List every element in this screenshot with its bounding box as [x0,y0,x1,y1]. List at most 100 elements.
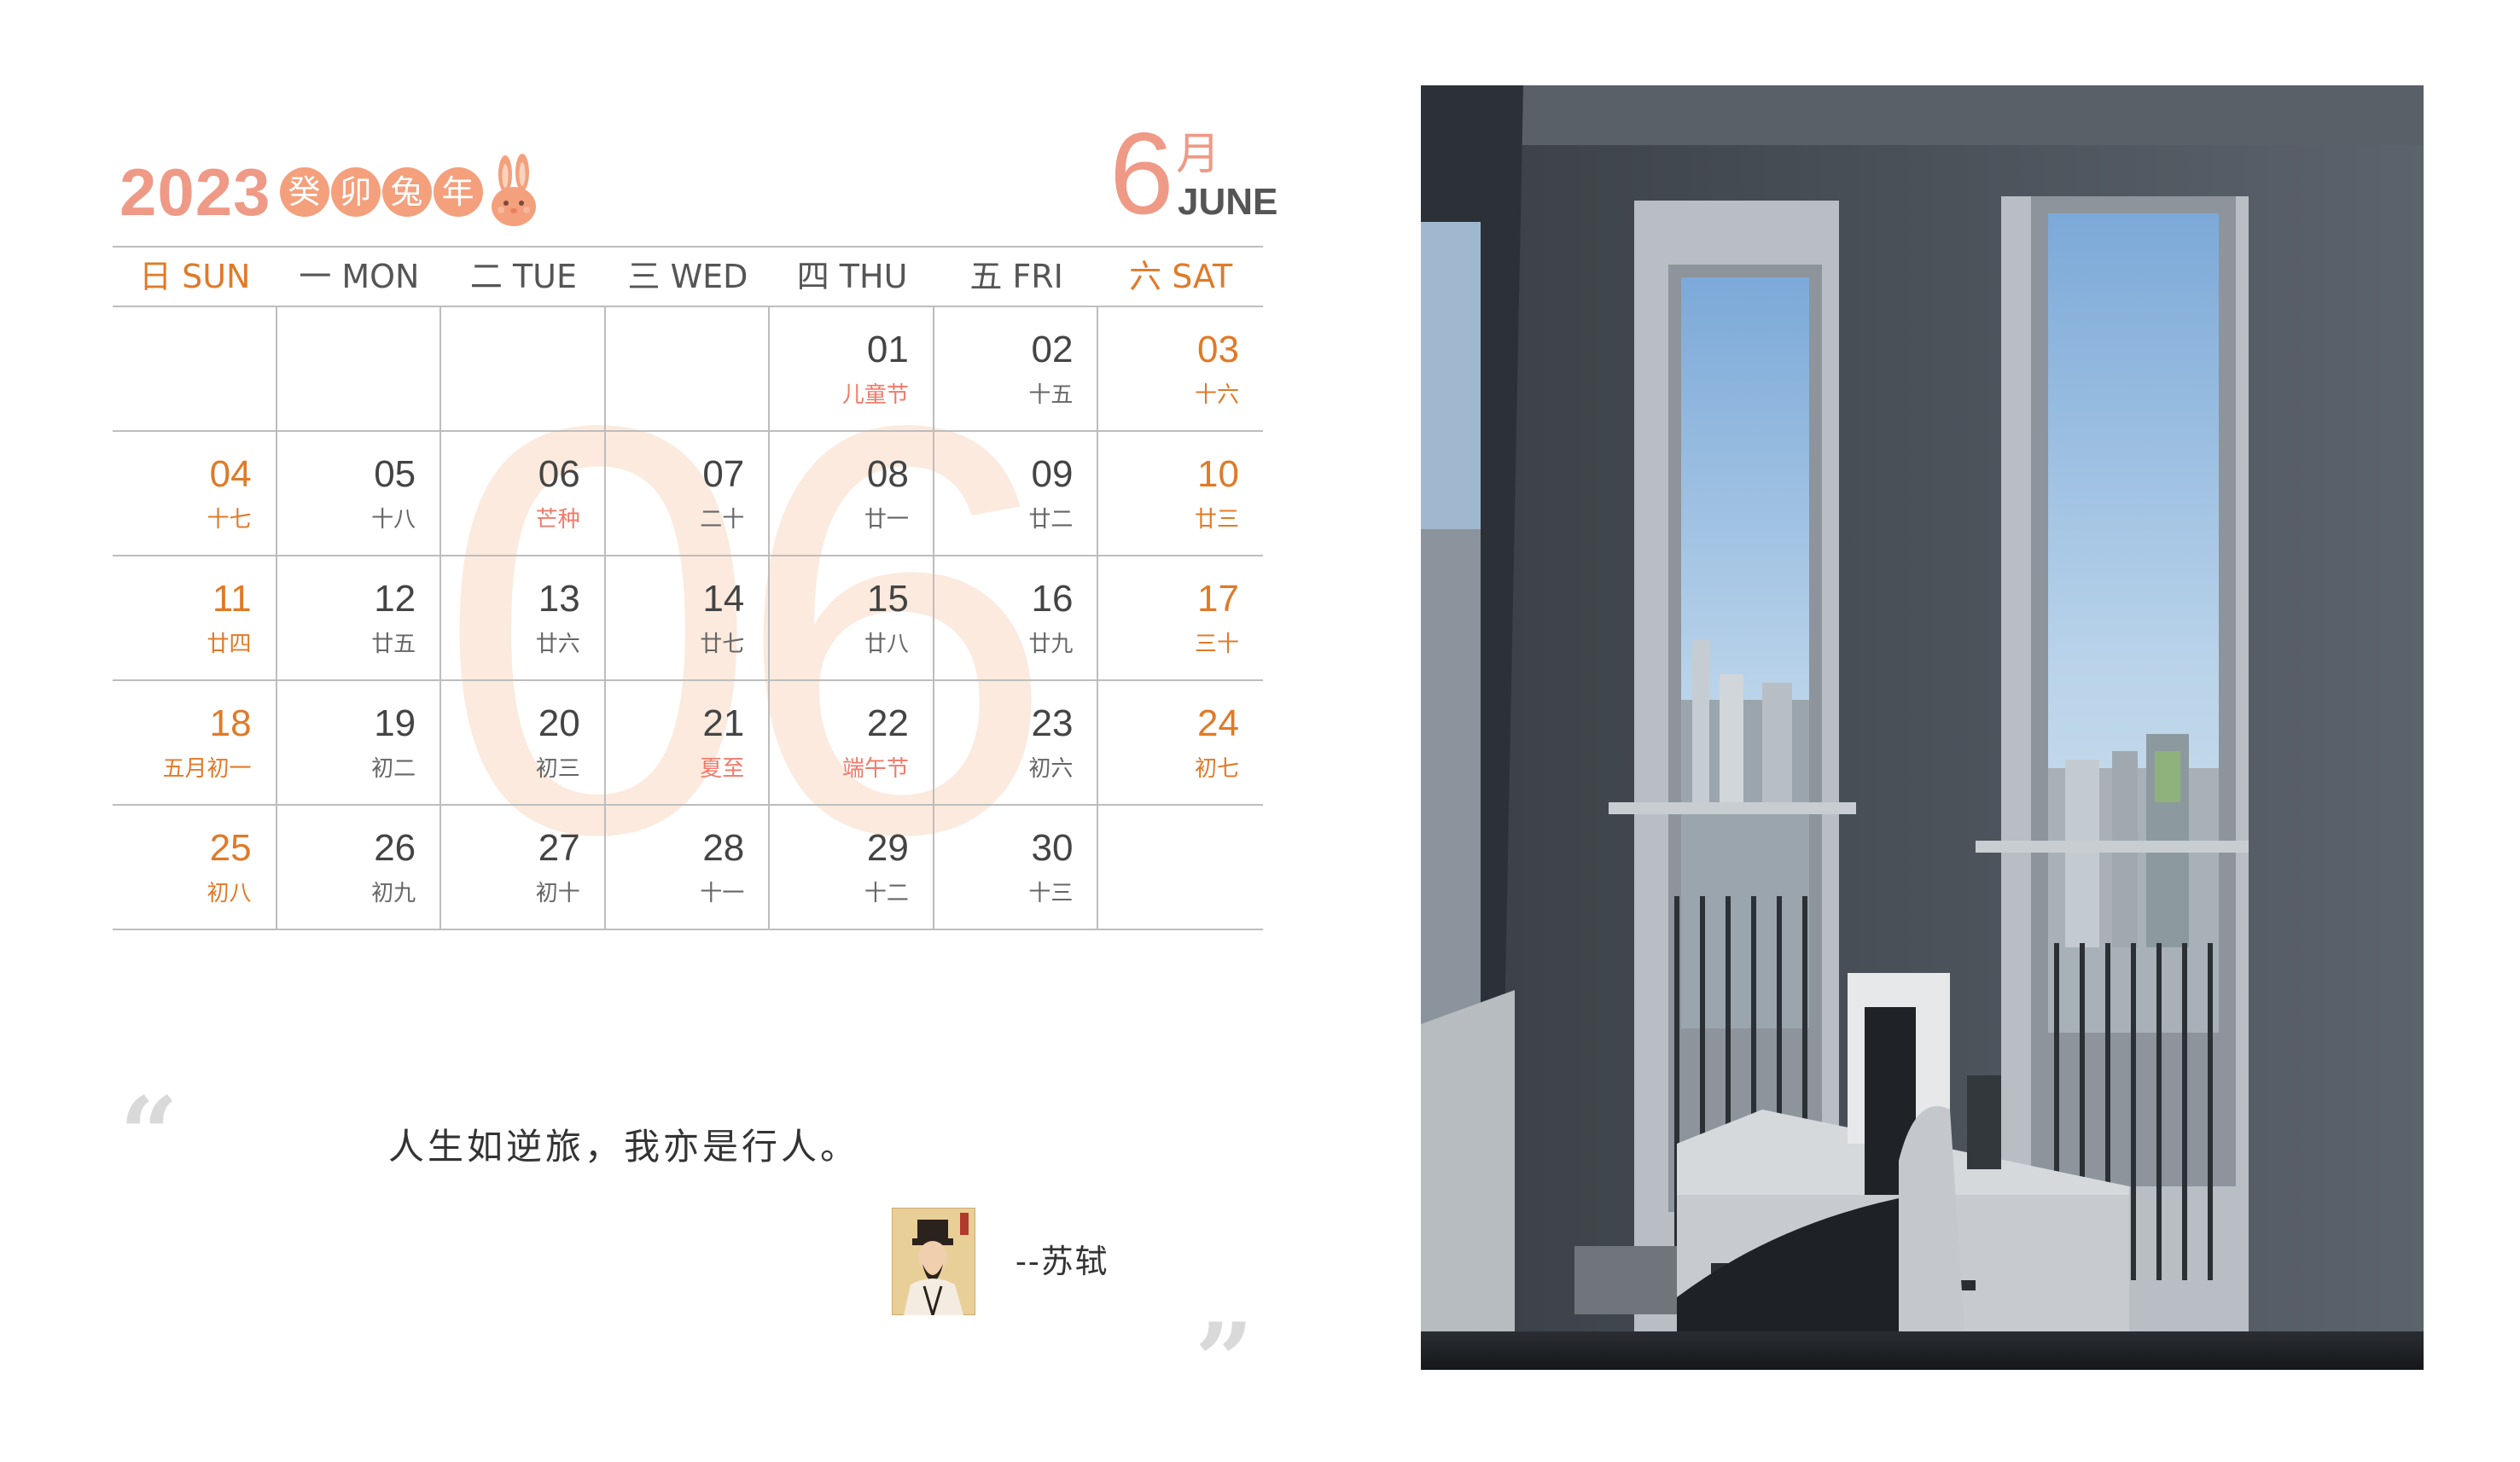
day-cell: 22 端午节 [770,681,934,804]
day-cell: 21 夏至 [606,681,771,804]
festival-label: 儿童节 [841,382,909,408]
lunar-date: 廿八 [864,632,909,657]
day-cell: 20 初三 [441,681,606,804]
day-cell: 08 廿一 [770,432,934,555]
empty-cell [277,307,442,430]
zodiac-char: 兔 [381,167,432,217]
quote-author: --苏轼 [1016,1243,1109,1280]
day-number: 23 [1031,702,1074,744]
zodiac-badges: 癸 卯 兔 年 [278,167,483,217]
weekday-header: 三 WED [627,258,748,295]
lunar-date: 十五 [1028,382,1074,408]
lunar-date: 十八 [371,507,416,533]
day-cell: 11 廿四 [113,556,277,679]
day-cell: 09 廿二 [934,432,1099,555]
lunar-date: 初八 [207,881,252,906]
festival-label: 芒种 [535,507,580,533]
week-row: 11 廿四 12 廿五 13 廿六 14 廿七 15 廿八 16 廿九 17 三十 [113,556,1263,681]
lunar-date: 廿七 [700,632,745,657]
day-number: 03 [1197,329,1239,370]
weekday-header: 日 SUN [139,258,251,295]
day-number: 04 [209,453,252,495]
day-cell: 26 初九 [277,806,442,929]
empty-cell [113,307,277,430]
day-number: 25 [209,827,252,869]
empty-cell [606,307,771,430]
lunar-date: 二十 [700,507,745,533]
weekday-header: 二 TUE [469,258,577,295]
empty-cell [441,307,606,430]
day-cell: 07 二十 [606,432,771,555]
day-number: 24 [1197,702,1239,744]
rabbit-icon [491,154,536,226]
lunar-date: 初七 [1194,756,1239,782]
day-number: 22 [866,702,909,744]
weekday-header: 四 THU [796,258,908,295]
lunar-date: 廿一 [864,507,909,533]
day-number: 01 [866,329,909,370]
day-number: 13 [538,578,580,620]
lunar-date: 十二 [864,881,909,906]
month-number: 6 [1109,108,1174,238]
lunar-date: 五月初一 [162,756,252,782]
month-cn-label: 月 [1176,129,1221,180]
day-cell: 01 儿童节 [770,307,934,430]
lunar-date: 廿二 [1028,507,1074,533]
lunar-date: 十三 [1028,881,1074,906]
day-number: 17 [1197,578,1239,620]
day-number: 27 [538,827,580,869]
day-number: 18 [209,702,252,744]
lunar-date: 初六 [1028,756,1074,782]
zodiac-char: 年 [433,167,483,217]
day-number: 20 [538,702,580,744]
lunar-date: 三十 [1194,632,1239,657]
day-cell: 12 廿五 [277,556,442,679]
week-row: 25 初八 26 初九 27 初十 28 十一 29 十二 30 十三 [113,806,1263,930]
day-number: 15 [866,578,909,620]
day-cell: 10 廿三 [1098,432,1263,555]
day-number: 06 [538,453,580,495]
quote-close-mark: ” [1195,1301,1254,1421]
day-cell: 13 廿六 [441,556,606,679]
lunar-date: 初二 [371,756,416,782]
day-cell: 06 芒种 [441,432,606,555]
day-cell: 28 十一 [606,806,771,929]
lunar-date: 十一 [700,881,745,906]
day-cell: 29 十二 [770,806,934,929]
day-cell: 04 十七 [113,432,277,555]
day-cell: 25 初八 [113,806,277,929]
weekday-header-row: 日 SUN 一 MON 二 TUE 三 WED 四 THU 五 FRI 六 SAT [113,246,1263,307]
office-window-photo [1421,85,2424,1370]
day-number: 16 [1031,578,1074,620]
day-number: 02 [1031,329,1074,370]
week-row: 01 儿童节 02 十五 03 十六 [113,307,1263,432]
day-number: 12 [374,578,416,620]
day-cell: 23 初六 [934,681,1099,804]
lunar-date: 廿三 [1194,507,1239,533]
weekday-header: 一 MON [299,258,420,295]
weekday-header: 五 FRI [969,258,1063,295]
year-label: 2023 [119,154,271,230]
day-number: 28 [702,827,745,869]
lunar-date: 初十 [535,881,580,906]
day-cell: 19 初二 [277,681,442,804]
day-cell: 24 初七 [1098,681,1263,804]
day-cell: 27 初十 [441,806,606,929]
day-number: 21 [702,702,745,744]
day-number: 05 [374,453,416,495]
quote-text: 人生如逆旅，我亦是行人。 [388,1126,860,1168]
zodiac-char: 癸 [279,167,329,217]
lunar-date: 十六 [1194,382,1239,408]
day-number: 09 [1031,453,1074,495]
calendar-grid: 06 日 SUN 一 MON 二 TUE 三 WED 四 THU 五 FRI 六 SAT 0… [113,246,1263,930]
day-number: 14 [702,578,745,620]
lunar-date: 初九 [371,881,416,906]
weekday-header: 六 SAT [1129,258,1233,295]
quote-open-mark: “ [119,1075,179,1195]
festival-label: 端午节 [841,756,909,782]
lunar-date: 十七 [207,507,252,533]
week-row: 04 十七 05 十八 06 芒种 07 二十 08 廿一 09 廿二 10 廿三 [113,432,1263,556]
lunar-date: 廿五 [371,632,416,657]
day-cell: 05 十八 [277,432,442,555]
month-en-label: JUNE [1178,181,1278,223]
